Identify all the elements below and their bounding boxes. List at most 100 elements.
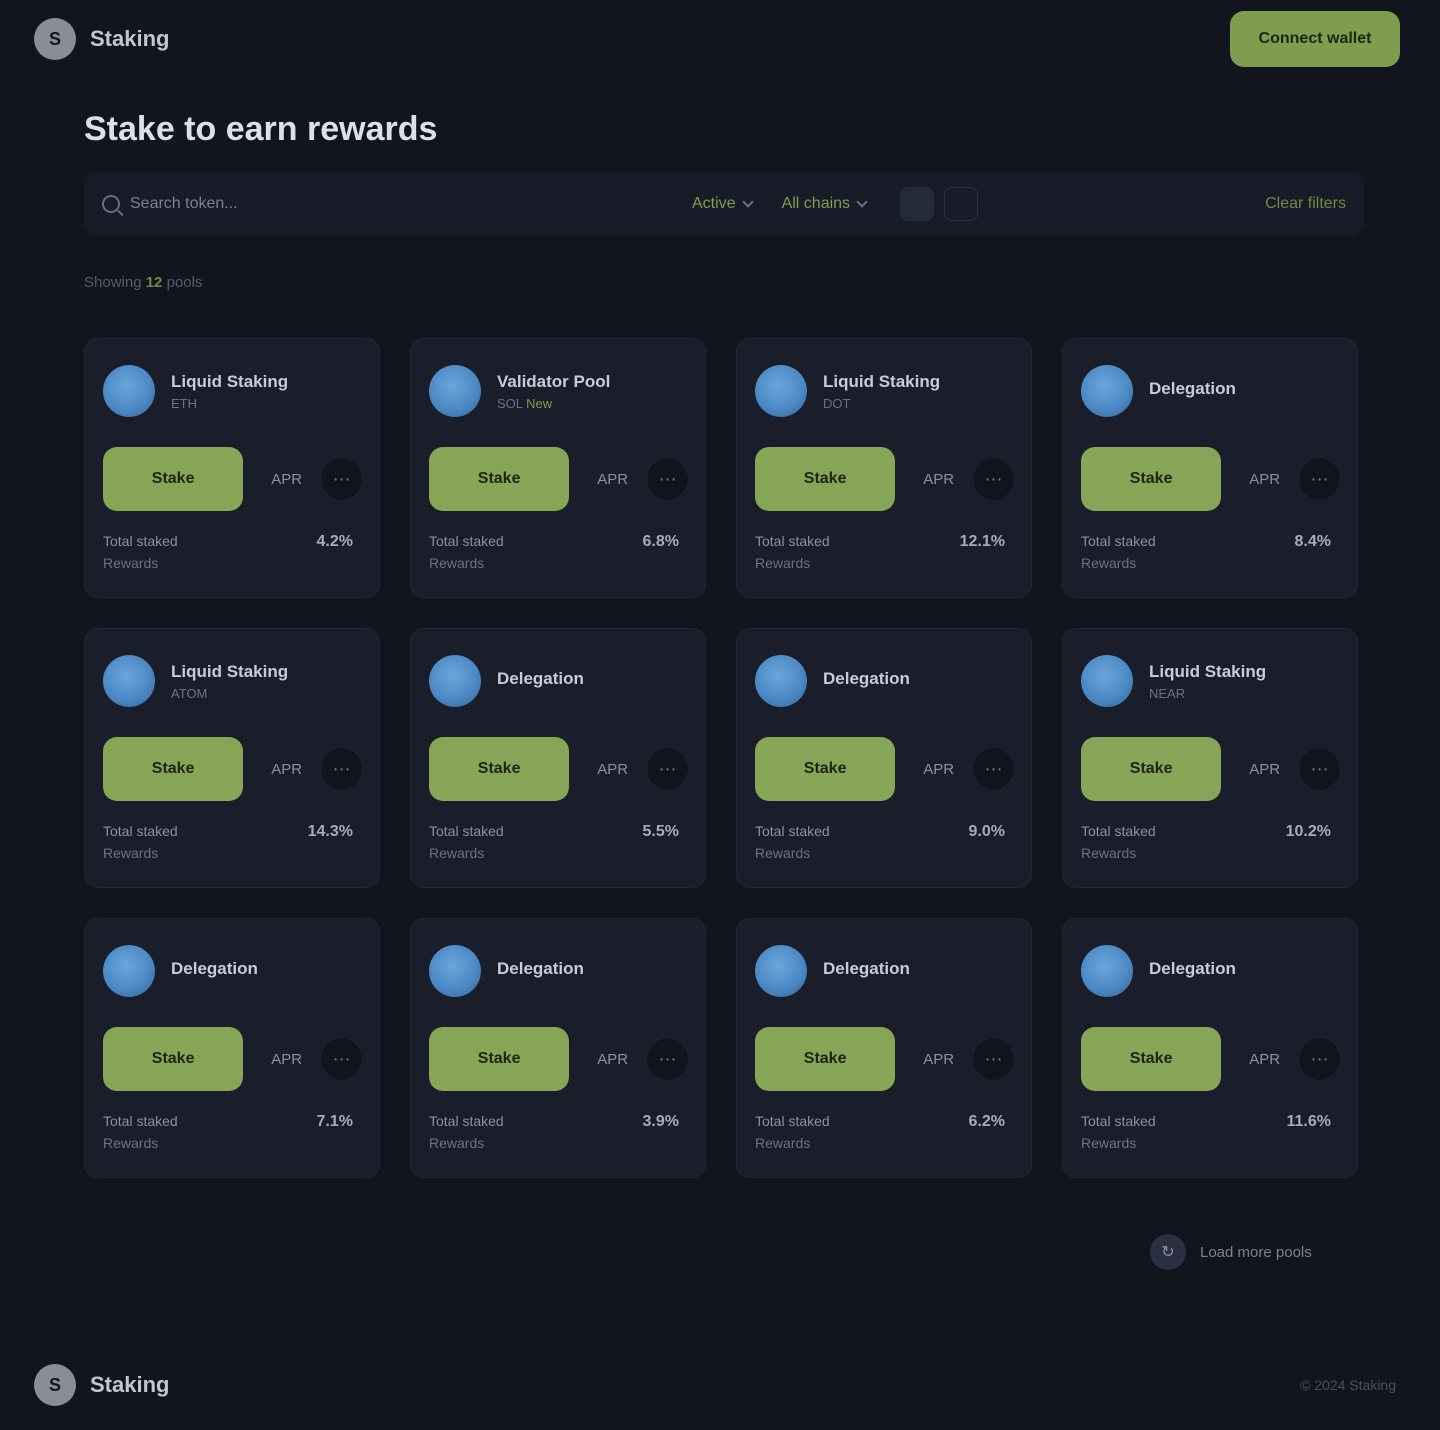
apr-label: APR [597,1050,629,1068]
rewards-label: Rewards [429,555,485,571]
rewards-label: Rewards [103,555,159,571]
stake-button[interactable]: Stake [103,1027,244,1091]
pool-name: Liquid Staking [1149,661,1267,681]
stake-button[interactable]: Stake [1081,1027,1222,1091]
pool-card[interactable]: Delegation Stake APR ⋯ Total staked Rewa… [736,628,1032,888]
pool-stats: Total staked Rewards 12.1% [755,533,1015,571]
stake-button[interactable]: Stake [755,1027,896,1091]
apr-value: 3.9% [642,1113,679,1130]
pool-stat-labels: Total staked Rewards [755,1113,830,1151]
load-more[interactable]: ↻ Load more pools [1150,1234,1312,1270]
more-icon[interactable]: ⋯ [1298,457,1341,501]
pool-stat-labels: Total staked Rewards [755,533,830,571]
pool-subtitle: ATOM [171,686,288,701]
pool-actions: Stake APR ⋯ [755,1027,1015,1091]
pool-card[interactable]: Delegation Stake APR ⋯ Total staked Rewa… [1062,338,1358,598]
search-input[interactable] [130,186,662,222]
pool-stats: Total staked Rewards 11.6% [1081,1113,1341,1151]
pool-stat-labels: Total staked Rewards [1081,1113,1156,1151]
pool-card[interactable]: Delegation Stake APR ⋯ Total staked Rewa… [84,918,380,1178]
pool-card[interactable]: Validator Pool SOL New Stake APR ⋯ Total… [410,338,706,598]
token-avatar-icon [103,365,155,417]
pool-stats: Total staked Rewards 4.2% [103,533,363,571]
rewards-label: Rewards [429,845,485,861]
rewards-label: Rewards [103,1135,159,1151]
pool-title-block: Delegation [1149,959,1236,983]
apr-value: 6.2% [968,1113,1005,1130]
pool-card[interactable]: Liquid Staking DOT Stake APR ⋯ Total sta… [736,338,1032,598]
stake-button[interactable]: Stake [1081,737,1222,801]
stake-button[interactable]: Stake [429,1027,570,1091]
total-staked-label: Total staked [103,823,178,839]
more-icon[interactable]: ⋯ [646,457,689,501]
stake-button[interactable]: Stake [103,447,244,511]
more-icon[interactable]: ⋯ [646,1037,689,1081]
pool-card-header: Liquid Staking NEAR [1081,655,1341,707]
rewards-label: Rewards [755,555,811,571]
stake-button[interactable]: Stake [429,737,570,801]
pool-card[interactable]: Delegation Stake APR ⋯ Total staked Rewa… [1062,918,1358,1178]
pool-name: Delegation [497,669,584,688]
footer: S Staking © 2024 Staking [0,1340,1440,1430]
more-icon[interactable]: ⋯ [320,1037,363,1081]
chain-filter[interactable]: All chains [782,195,868,213]
pool-stat-labels: Total staked Rewards [103,1113,178,1151]
stake-button[interactable]: Stake [755,737,896,801]
pool-stat-labels: Total staked Rewards [429,1113,504,1151]
more-icon[interactable]: ⋯ [646,747,689,791]
pool-actions: Stake APR ⋯ [103,447,363,511]
more-icon[interactable]: ⋯ [972,1037,1015,1081]
rewards-label: Rewards [755,845,811,861]
pool-subtitle: DOT [823,396,940,411]
pool-name: Delegation [497,959,584,978]
pool-actions: Stake APR ⋯ [1081,737,1341,801]
footer-brand[interactable]: S Staking [34,1364,169,1406]
pool-card[interactable]: Delegation Stake APR ⋯ Total staked Rewa… [410,918,706,1178]
pool-stats: Total staked Rewards 10.2% [1081,823,1341,861]
pool-card[interactable]: Delegation Stake APR ⋯ Total staked Rewa… [410,628,706,888]
rewards-label: Rewards [429,1135,485,1151]
rewards-label: Rewards [1081,1135,1137,1151]
apr-label: APR [923,470,955,488]
token-avatar-icon [1081,945,1133,997]
pool-token: ETH [171,395,197,411]
clear-filters-link[interactable]: Clear filters [1265,195,1346,213]
stake-button[interactable]: Stake [103,737,244,801]
pool-title-block: Liquid Staking DOT [823,372,940,411]
grid-view-icon[interactable] [900,187,935,221]
apr-value: 12.1% [959,533,1005,550]
total-staked-label: Total staked [429,823,504,839]
total-staked-label: Total staked [429,1113,504,1129]
more-icon[interactable]: ⋯ [1298,1037,1341,1081]
stake-button[interactable]: Stake [429,447,570,511]
pool-actions: Stake APR ⋯ [429,447,689,511]
rewards-label: Rewards [755,1135,811,1151]
pool-name: Liquid Staking [171,371,289,391]
stake-button[interactable]: Stake [1081,447,1222,511]
more-icon[interactable]: ⋯ [972,747,1015,791]
total-staked-label: Total staked [1081,533,1156,549]
brand[interactable]: S Staking [34,18,169,60]
pool-actions: Stake APR ⋯ [755,737,1015,801]
apr-label: APR [271,1050,303,1068]
pool-name: Delegation [1149,959,1236,978]
pool-card[interactable]: Delegation Stake APR ⋯ Total staked Rewa… [736,918,1032,1178]
stake-button[interactable]: Stake [755,447,896,511]
pool-card-header: Delegation [1081,945,1341,997]
more-icon[interactable]: ⋯ [320,457,363,501]
list-view-icon[interactable] [944,187,979,221]
more-icon[interactable]: ⋯ [972,457,1015,501]
apr-label: APR [923,760,955,778]
status-filter[interactable]: Active [692,195,754,213]
pool-card[interactable]: Liquid Staking NEAR Stake APR ⋯ Total st… [1062,628,1358,888]
apr-label: APR [923,1050,955,1068]
connect-wallet-button[interactable]: Connect wallet [1230,11,1400,67]
pool-subtitle: SOL New [497,396,610,411]
pool-title-block: Delegation [497,669,584,693]
more-icon[interactable]: ⋯ [1298,747,1341,791]
pool-card[interactable]: Liquid Staking ETH Stake APR ⋯ Total sta… [84,338,380,598]
search-box[interactable] [102,186,662,222]
pool-card[interactable]: Liquid Staking ATOM Stake APR ⋯ Total st… [84,628,380,888]
total-staked-label: Total staked [755,533,830,549]
more-icon[interactable]: ⋯ [320,747,363,791]
